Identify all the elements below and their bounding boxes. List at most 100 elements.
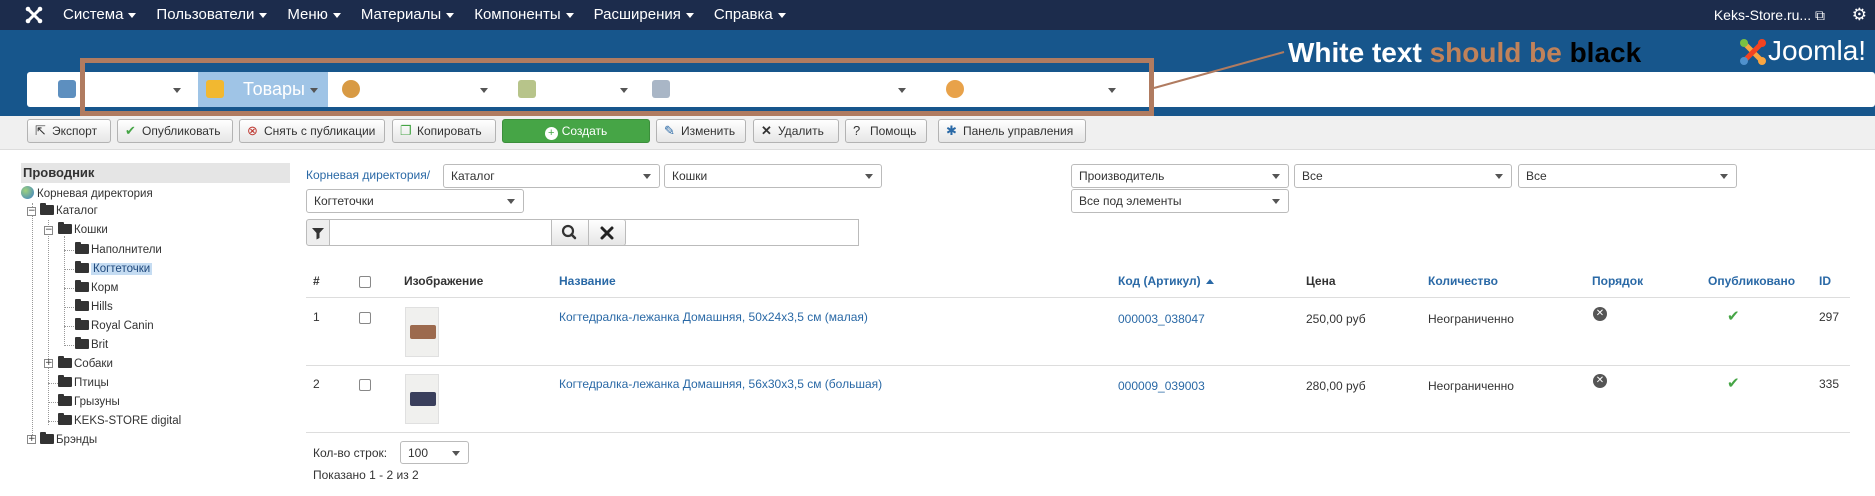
- export-button[interactable]: ⇱ Экспорт: [27, 119, 111, 143]
- col-published[interactable]: Опубликовано: [1708, 274, 1795, 288]
- filter-all-select-2[interactable]: Все: [1518, 164, 1737, 188]
- product-thumbnail[interactable]: [405, 307, 439, 357]
- folder-icon: [75, 261, 89, 273]
- tree-item-digital[interactable]: KEKS-STORE digital: [58, 413, 181, 429]
- copy-icon: ❐: [400, 123, 412, 138]
- chevron-down-icon: [1720, 174, 1728, 179]
- manufacturer-select[interactable]: Производитель: [1071, 164, 1289, 188]
- filter-icon: [306, 219, 330, 246]
- control-panel-icon: ✱: [946, 123, 957, 138]
- published-check-icon[interactable]: ✔: [1727, 307, 1740, 325]
- chevron-down-icon: [1495, 174, 1503, 179]
- select-all-checkbox[interactable]: [359, 276, 371, 288]
- col-name[interactable]: Название: [559, 274, 616, 288]
- tree-root[interactable]: Корневая директория: [21, 186, 153, 202]
- col-code[interactable]: Код (Артикул): [1118, 274, 1214, 288]
- edit-button[interactable]: ✎ Изменить: [656, 119, 746, 143]
- publish-button[interactable]: ✔ Опубликовать: [117, 119, 233, 143]
- tree-title: Проводник: [21, 163, 290, 183]
- col-qty[interactable]: Количество: [1428, 274, 1498, 288]
- plus-circle-icon: +: [544, 127, 558, 140]
- rows-per-page-select[interactable]: 100: [400, 441, 469, 464]
- folder-icon: [75, 299, 89, 311]
- search-icon: [561, 224, 577, 240]
- product-code-link[interactable]: 000003_038047: [1118, 312, 1205, 326]
- row-checkbox[interactable]: [359, 379, 371, 391]
- globe-icon: [21, 186, 34, 199]
- row-number: 2: [313, 377, 320, 391]
- create-button[interactable]: + Создать: [502, 119, 650, 143]
- chevron-down-icon: [643, 174, 651, 179]
- folder-icon: [75, 337, 89, 349]
- collapse-icon[interactable]: −: [27, 207, 36, 216]
- sort-asc-icon: [1205, 279, 1214, 285]
- expand-icon[interactable]: +: [44, 359, 53, 368]
- unpublish-button[interactable]: ⊗ Снять с публикации: [239, 119, 385, 143]
- folder-icon: [58, 222, 72, 234]
- folder-icon: [58, 394, 72, 406]
- folder-icon: [58, 375, 72, 387]
- rows-per-page-label: Кол-во строк:: [313, 446, 388, 460]
- cats-select[interactable]: Кошки: [664, 164, 882, 188]
- close-icon: [600, 226, 614, 240]
- folder-icon: [58, 356, 72, 368]
- tree-item-brit[interactable]: Brit: [75, 337, 108, 353]
- pagination-info: Показано 1 - 2 из 2: [313, 468, 419, 482]
- tree-item-brands[interactable]: Брэнды: [40, 432, 97, 448]
- row-checkbox[interactable]: [359, 312, 371, 324]
- tree-item-birds[interactable]: Птицы: [58, 375, 109, 391]
- col-id[interactable]: ID: [1819, 274, 1831, 288]
- product-name-link[interactable]: Когтедралка-лежанка Домашняя, 50х24х3,5 …: [559, 310, 868, 324]
- product-id: 335: [1819, 377, 1840, 391]
- product-price: 280,00 руб: [1306, 379, 1366, 393]
- collapse-icon[interactable]: −: [44, 226, 53, 235]
- breadcrumb[interactable]: Корневая директория/: [306, 168, 430, 182]
- search-button[interactable]: [551, 219, 589, 246]
- help-button[interactable]: ? Помощь: [845, 119, 927, 143]
- control-panel-button[interactable]: ✱ Панель управления: [938, 119, 1086, 143]
- folder-icon: [58, 413, 72, 425]
- product-id: 297: [1819, 310, 1840, 324]
- order-remove-icon[interactable]: ✕: [1593, 307, 1607, 321]
- chevron-down-icon: [507, 199, 515, 204]
- product-code-link[interactable]: 000009_039003: [1118, 379, 1205, 393]
- expand-icon[interactable]: +: [27, 435, 36, 444]
- sub-elements-select[interactable]: Все под элементы: [1071, 189, 1289, 213]
- folder-icon: [75, 318, 89, 330]
- scratchers-select[interactable]: Когтеточки: [306, 189, 524, 213]
- product-name-link[interactable]: Когтедралка-лежанка Домашняя, 56х30х3,5 …: [559, 377, 882, 391]
- copy-button[interactable]: ❐ Копировать: [392, 119, 496, 143]
- col-image: Изображение: [404, 274, 484, 288]
- edit-icon: ✎: [664, 123, 675, 138]
- tree-item-catalog[interactable]: Каталог: [40, 203, 98, 219]
- chevron-down-icon: [452, 451, 460, 456]
- tree-item-scratchers[interactable]: Когтеточки: [75, 261, 153, 277]
- tree-item-fillers[interactable]: Наполнители: [75, 242, 162, 258]
- unpublish-icon: ⊗: [247, 123, 258, 138]
- product-price: 250,00 руб: [1306, 312, 1366, 326]
- folder-icon: [75, 280, 89, 292]
- tree-item-hills[interactable]: Hills: [75, 299, 113, 315]
- product-thumbnail[interactable]: [405, 374, 439, 424]
- published-check-icon[interactable]: ✔: [1727, 374, 1740, 392]
- folder-icon: [40, 203, 54, 215]
- col-num: #: [313, 274, 320, 288]
- tree-item-rodents[interactable]: Грызуны: [58, 394, 120, 410]
- tree-item-royal-canin[interactable]: Royal Canin: [75, 318, 154, 334]
- col-order[interactable]: Порядок: [1592, 274, 1643, 288]
- chevron-down-icon: [1272, 174, 1280, 179]
- tree-item-cats[interactable]: Кошки: [58, 222, 108, 238]
- row-number: 1: [313, 310, 320, 324]
- folder-icon: [75, 242, 89, 254]
- delete-icon: ✕: [761, 123, 772, 138]
- product-qty: Неограниченно: [1428, 312, 1514, 326]
- tree-item-dogs[interactable]: Собаки: [58, 356, 113, 372]
- tree-item-food[interactable]: Корм: [75, 280, 118, 296]
- export-icon: ⇱: [35, 123, 46, 138]
- clear-search-button[interactable]: [588, 219, 626, 246]
- order-remove-icon[interactable]: ✕: [1593, 374, 1607, 388]
- check-icon: ✔: [125, 123, 136, 138]
- filter-all-select-1[interactable]: Все: [1294, 164, 1512, 188]
- catalog-select[interactable]: Каталог: [443, 164, 660, 188]
- delete-button[interactable]: ✕ Удалить: [753, 119, 839, 143]
